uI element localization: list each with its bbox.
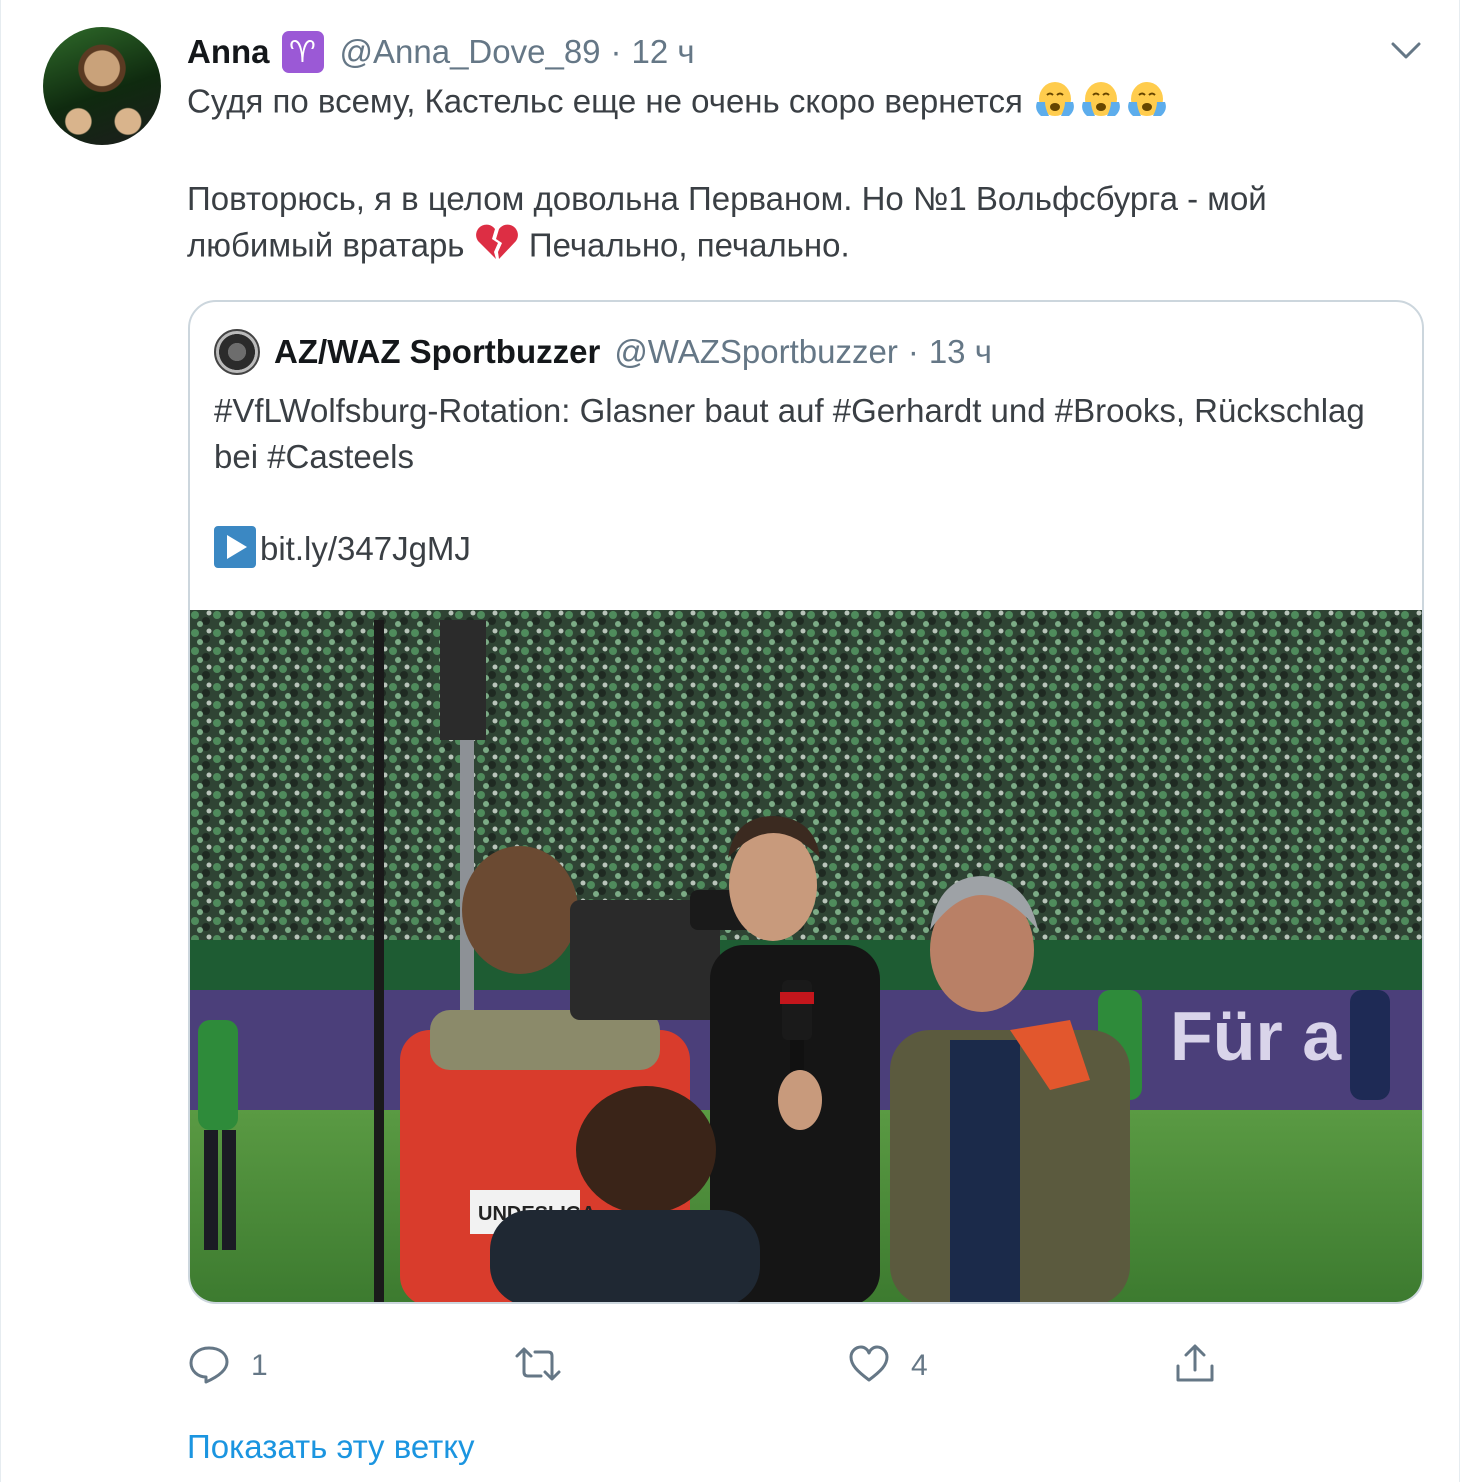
show-thread-link[interactable]: Показать эту ветку [187,1428,475,1466]
reply-count: 1 [251,1349,268,1382]
play-button-icon [214,526,256,568]
aries-icon: ♈ [281,31,324,73]
tweet-text-line: Судя по всему, Кастельс еще не очень ско… [187,82,1023,120]
quoted-tweet-text: #VfLWolfsburg-Rotation: Glasner baut auf… [214,388,1394,572]
quoted-header-separator: · [907,333,919,370]
quoted-author-avatar [214,329,260,375]
pitch-banner-text: Für a [1170,997,1342,1075]
like-button[interactable]: 4 [847,1338,928,1394]
quoted-author-handle: @WAZSportbuzzer [614,333,898,370]
quoted-tweet[interactable]: AZ/WAZ Sportbuzzer @WAZSportbuzzer · 13 … [188,300,1424,1304]
crying-face-icon [1032,78,1078,130]
tweet-actions: 1 4 [187,1338,1287,1394]
quoted-tweet-body: #VfLWolfsburg-Rotation: Glasner baut auf… [214,392,1365,475]
author-avatar[interactable] [43,27,161,145]
like-count: 4 [911,1349,928,1382]
author-display-name[interactable]: Anna [187,33,270,71]
tweet-text-paragraph-end: Печально, печально. [528,226,850,264]
reply-icon [187,1344,231,1389]
header-separator: · [610,33,622,70]
retweet-button[interactable] [513,1338,583,1394]
quoted-tweet-photo[interactable]: Für a UNDESLIGA [190,610,1422,1302]
reply-button[interactable]: 1 [187,1338,268,1394]
broken-heart-icon [474,222,520,274]
author-handle[interactable]: @Anna_Dove_89 [340,33,601,71]
crying-face-icon [1124,78,1170,130]
share-icon [1173,1342,1217,1391]
heart-icon [847,1344,891,1389]
quoted-author-display-name: AZ/WAZ Sportbuzzer [274,333,601,370]
chevron-down-icon[interactable] [1389,34,1423,68]
tweet-text: Судя по всему, Кастельс еще не очень ско… [187,78,1417,274]
retweet-icon [513,1344,563,1389]
crying-face-icon [1078,78,1124,130]
share-button[interactable] [1173,1338,1217,1394]
quoted-tweet-link[interactable]: bit.ly/347JgMJ [260,530,471,567]
quoted-tweet-header: AZ/WAZ Sportbuzzer @WAZSportbuzzer · 13 … [214,328,992,376]
tweet[interactable]: Anna ♈ @Anna_Dove_89 · 12 ч Судя по всем… [0,0,1460,1482]
quoted-tweet-timestamp: 13 ч [928,333,992,370]
tweet-header: Anna ♈ @Anna_Dove_89 · 12 ч [187,30,695,74]
tweet-timestamp[interactable]: 12 ч [632,33,695,71]
